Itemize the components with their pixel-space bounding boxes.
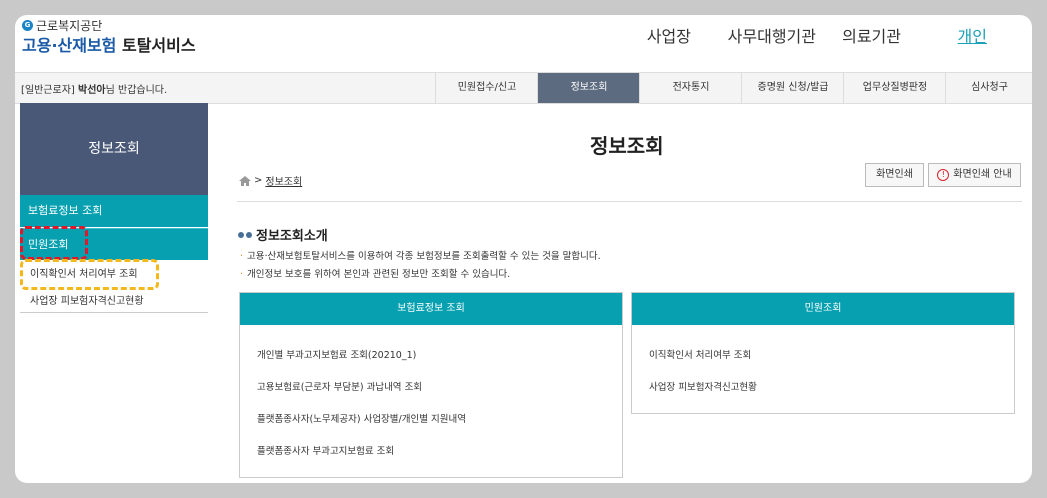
intro-title-text: 정보조회소개 <box>256 229 328 244</box>
user-role: [일반근로자] <box>21 85 75 96</box>
premium-panel-title: 보험료정보 조회 <box>240 293 622 325</box>
page-title: 정보조회 <box>590 134 664 158</box>
user-name: 박선아 <box>78 85 106 96</box>
app-window: G 근로복지공단 고용·산재보험 토탈서비스 사업장 사무대행기관 의료기관 개… <box>15 15 1032 483</box>
sidebar-sub-insured-status[interactable]: 사업장 피보험자격신고현황 <box>20 292 208 307</box>
civil-panel-title: 민원조회 <box>632 293 1014 325</box>
civil-link-separation-cert[interactable]: 이직확인서 처리여부 조회 <box>649 347 751 361</box>
service-main-name: 고용·산재보험 <box>22 36 117 55</box>
breadcrumb-current[interactable]: 정보조회 <box>265 173 302 188</box>
main-menu-bar: [일반근로자] 박선아님 반갑습니다. 민원접수/신고 정보조회 전자통지 증명… <box>15 72 1032 104</box>
service-sub-name: 토탈서비스 <box>121 36 196 55</box>
premium-link-platform-premium[interactable]: 플랫폼종사자 부과고지보험료 조회 <box>257 443 394 457</box>
top-nav-agency[interactable]: 사무대행기관 <box>728 23 816 47</box>
content-divider <box>237 201 1022 202</box>
highlight-red-box <box>20 226 88 260</box>
print-button[interactable]: 화면인쇄 <box>865 163 924 187</box>
sidebar-item-premium[interactable]: 보험료정보 조회 <box>20 195 208 227</box>
print-guide-label: 화면인쇄 안내 <box>953 169 1012 180</box>
premium-panel: 보험료정보 조회 개인별 부과고지보험료 조회(20210_1) 고용보험료(근… <box>239 292 623 478</box>
highlight-yellow-box <box>20 259 159 290</box>
premium-link-platform-support[interactable]: 플랫폼종사자(노무제공자) 사업장별/개인별 지원내역 <box>257 411 466 425</box>
print-guide-button[interactable]: ! 화면인쇄 안내 <box>928 163 1021 187</box>
premium-link-individual[interactable]: 개인별 부과고지보험료 조회(20210_1) <box>257 347 416 361</box>
user-greeting: [일반근로자] 박선아님 반갑습니다. <box>21 81 167 96</box>
gnb-e-notice[interactable]: 전자통지 <box>639 73 742 103</box>
gnb-civil-report[interactable]: 민원접수/신고 <box>435 73 538 103</box>
breadcrumb: > 정보조회 <box>239 173 302 188</box>
comwel-logo-icon: G <box>22 20 33 31</box>
service-logo[interactable]: 고용·산재보험 토탈서비스 <box>22 32 196 56</box>
premium-link-overpaid[interactable]: 고용보험료(근로자 부담분) 과납내역 조회 <box>257 379 422 393</box>
sidebar-divider <box>20 312 208 313</box>
intro-heading: 정보조회소개 <box>238 225 328 244</box>
gnb-disease-judgement[interactable]: 업무상질병판정 <box>843 73 946 103</box>
civil-panel: 민원조회 이직확인서 처리여부 조회 사업장 피보험자격신고현황 <box>631 292 1015 414</box>
civil-link-insured-status[interactable]: 사업장 피보험자격신고현황 <box>649 379 757 393</box>
intro-line-2: 개인정보 보호를 위하여 본인과 관련된 정보만 조회할 수 있습니다. <box>240 266 510 280</box>
gnb-certificate[interactable]: 증명원 신청/발급 <box>741 73 844 103</box>
bullet-dots-icon <box>238 231 252 238</box>
top-nav-personal[interactable]: 개인 <box>958 23 987 47</box>
greeting-suffix: 님 반갑습니다. <box>105 85 168 96</box>
intro-line-1: 고용·산재보험토탈서비스를 이용하여 각종 보험정보를 조회출력할 수 있는 것… <box>240 248 601 262</box>
top-nav-medical[interactable]: 의료기관 <box>842 23 901 47</box>
gnb-review-request[interactable]: 심사청구 <box>945 73 1032 103</box>
breadcrumb-separator: > <box>254 175 263 186</box>
gnb-info-inquiry[interactable]: 정보조회 <box>537 73 640 103</box>
sidebar-title: 정보조회 <box>20 103 208 195</box>
top-nav-business[interactable]: 사업장 <box>647 23 691 47</box>
home-icon[interactable] <box>239 175 251 186</box>
warning-icon: ! <box>937 169 950 181</box>
